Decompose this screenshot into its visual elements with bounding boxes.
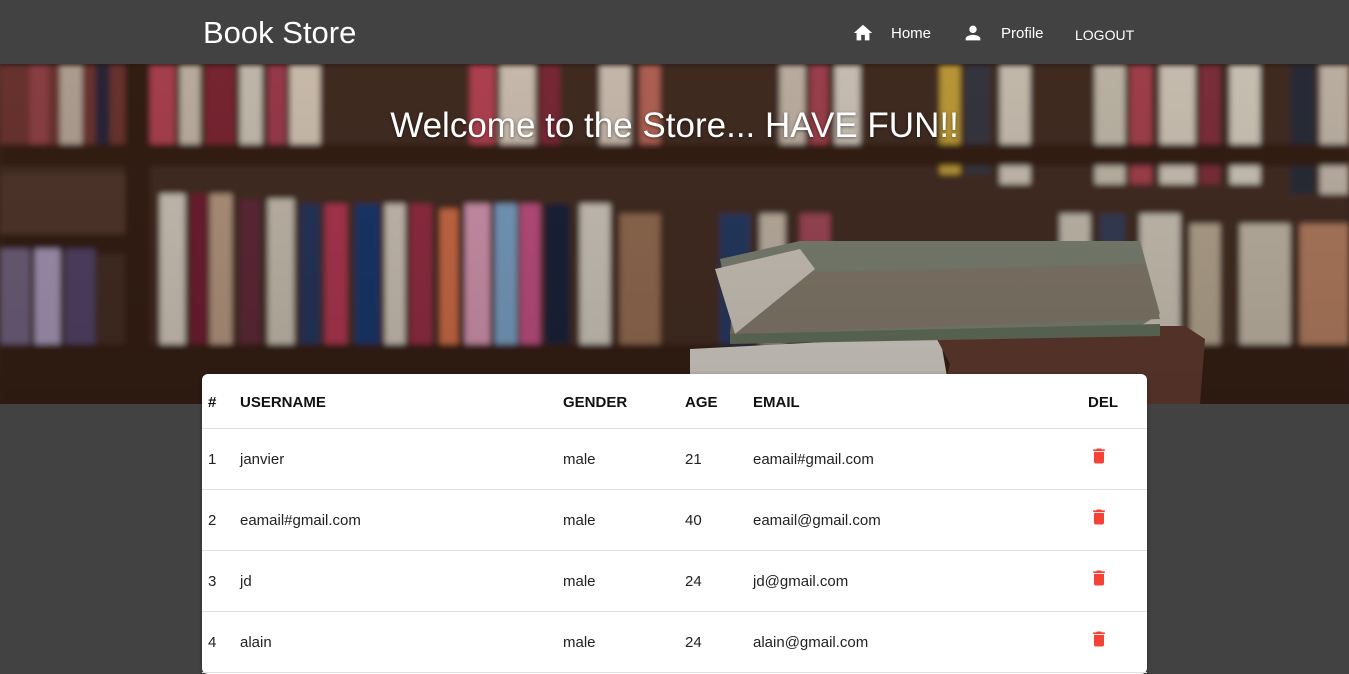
row-gender: male — [563, 511, 596, 529]
header-number: # — [208, 393, 217, 411]
table-header-row: # USERNAME GENDER AGE EMAIL DEL — [202, 374, 1147, 429]
brand-title[interactable]: Book Store — [203, 13, 356, 53]
header-age: AGE — [685, 393, 718, 411]
row-age: 24 — [685, 572, 702, 590]
row-gender: male — [563, 633, 596, 651]
person-icon — [965, 25, 981, 41]
delete-button[interactable] — [1088, 490, 1109, 550]
row-number: 3 — [208, 572, 217, 590]
home-icon — [853, 24, 873, 41]
row-age: 40 — [685, 511, 702, 529]
hero-title: Welcome to the Store... HAVE FUN!! — [390, 106, 959, 145]
row-email: jd@gmail.com — [753, 572, 849, 590]
users-table: # USERNAME GENDER AGE EMAIL DEL 1 janvie… — [202, 374, 1147, 674]
row-username: alain — [240, 633, 272, 651]
table-row: 4 alain male 24 alain@gmail.com — [202, 612, 1147, 673]
row-number: 4 — [208, 633, 217, 651]
row-age: 24 — [685, 633, 702, 651]
trash-icon[interactable] — [1089, 568, 1109, 588]
row-email: eamail#gmail.com — [753, 450, 874, 468]
delete-button[interactable] — [1088, 429, 1109, 489]
delete-button[interactable] — [1088, 551, 1109, 611]
trash-icon[interactable] — [1089, 446, 1109, 466]
row-gender: male — [563, 450, 596, 468]
nav-home-link[interactable]: Home — [852, 20, 931, 46]
header-delete: DEL — [1088, 393, 1118, 411]
row-email: alain@gmail.com — [753, 633, 869, 651]
row-username: eamail#gmail.com — [240, 511, 361, 529]
header-email: EMAIL — [753, 393, 800, 411]
nav-home-label: Home — [891, 24, 932, 42]
header-username: USERNAME — [240, 393, 326, 411]
hero-banner: Welcome to the Store... HAVE FUN!! — [0, 64, 1349, 404]
delete-button[interactable] — [1088, 612, 1109, 672]
logout-link[interactable]: LOGOUT — [1075, 22, 1134, 48]
trash-icon[interactable] — [1089, 629, 1109, 649]
top-navbar: Book Store Home Profile LOGOUT — [0, 0, 1349, 64]
nav-profile-link[interactable]: Profile — [962, 20, 1044, 46]
row-number: 1 — [208, 450, 217, 468]
row-age: 21 — [685, 450, 702, 468]
trash-icon[interactable] — [1089, 507, 1109, 527]
header-gender: GENDER — [563, 393, 628, 411]
table-row: 1 janvier male 21 eamail#gmail.com — [202, 429, 1147, 490]
nav-profile-label: Profile — [1001, 24, 1044, 42]
table-row: 3 jd male 24 jd@gmail.com — [202, 551, 1147, 612]
row-email: eamail@gmail.com — [753, 511, 881, 529]
row-username: janvier — [240, 450, 285, 468]
table-row: 2 eamail#gmail.com male 40 eamail@gmail.… — [202, 490, 1147, 551]
row-username: jd — [240, 572, 252, 590]
row-number: 2 — [208, 511, 217, 529]
row-gender: male — [563, 572, 596, 590]
